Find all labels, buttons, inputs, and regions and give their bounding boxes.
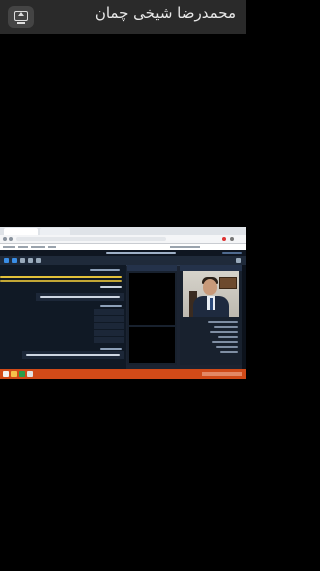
panel-tab[interactable] xyxy=(127,265,177,271)
folder-icon[interactable] xyxy=(11,371,17,377)
message-text xyxy=(100,286,122,288)
system-tray[interactable] xyxy=(202,372,242,376)
video-tile xyxy=(129,273,175,325)
app-title xyxy=(106,252,176,254)
presenter-name: محمدرضا شیخی چمان xyxy=(94,4,236,22)
presenter-header: محمدرضا شیخی چمان xyxy=(0,0,246,34)
extension-icon[interactable] xyxy=(222,237,226,241)
webcam-video xyxy=(183,271,239,317)
message-bubble xyxy=(94,337,124,343)
windows-taskbar xyxy=(0,369,246,379)
menu-icon[interactable] xyxy=(230,237,234,241)
browser-icon[interactable] xyxy=(27,371,33,377)
bookmark[interactable] xyxy=(31,246,45,248)
url-field[interactable] xyxy=(16,237,166,241)
presenter-face xyxy=(203,279,217,295)
info-text xyxy=(220,351,238,353)
highlight-text xyxy=(0,276,122,278)
bookmark[interactable] xyxy=(170,246,200,248)
start-icon[interactable] xyxy=(3,371,9,377)
message-text xyxy=(100,348,122,350)
browser-tab[interactable] xyxy=(40,228,70,235)
text-icon[interactable] xyxy=(36,258,41,263)
info-text xyxy=(212,341,238,343)
participants-panel xyxy=(127,265,177,365)
message-bubble xyxy=(36,293,124,301)
settings-icon[interactable] xyxy=(236,258,241,263)
message-bubble xyxy=(94,316,124,322)
address-bar[interactable] xyxy=(0,235,246,244)
back-icon[interactable] xyxy=(3,237,7,241)
video-tile xyxy=(129,327,175,363)
browser-tab[interactable] xyxy=(4,228,38,235)
tool-icon[interactable] xyxy=(12,258,17,263)
highlight-text xyxy=(0,280,122,282)
bookmark[interactable] xyxy=(3,246,15,248)
panel-title xyxy=(90,269,120,271)
side-strip xyxy=(242,265,246,369)
app-menu[interactable] xyxy=(222,252,242,254)
message-bubble xyxy=(94,330,124,336)
message-bubble xyxy=(94,309,124,315)
pen-icon[interactable] xyxy=(20,258,25,263)
chat-panel xyxy=(0,265,126,369)
info-text xyxy=(216,346,238,348)
tool-icon[interactable] xyxy=(4,258,9,263)
message-text xyxy=(100,305,122,307)
info-text xyxy=(214,326,238,328)
wall-picture xyxy=(219,277,237,289)
reload-icon[interactable] xyxy=(9,237,13,241)
webcam-panel xyxy=(180,265,242,365)
bookmark[interactable] xyxy=(48,246,56,248)
info-text xyxy=(208,321,238,323)
info-text xyxy=(218,336,238,338)
app-icon[interactable] xyxy=(19,371,25,377)
shared-screen xyxy=(0,227,246,379)
info-text xyxy=(210,331,238,333)
eraser-icon[interactable] xyxy=(28,258,33,263)
bookmark[interactable] xyxy=(18,246,28,248)
message-bubble xyxy=(94,323,124,329)
browser-tab-bar xyxy=(0,227,246,235)
screen-share-icon[interactable] xyxy=(8,6,34,28)
message-bubble xyxy=(22,351,124,359)
